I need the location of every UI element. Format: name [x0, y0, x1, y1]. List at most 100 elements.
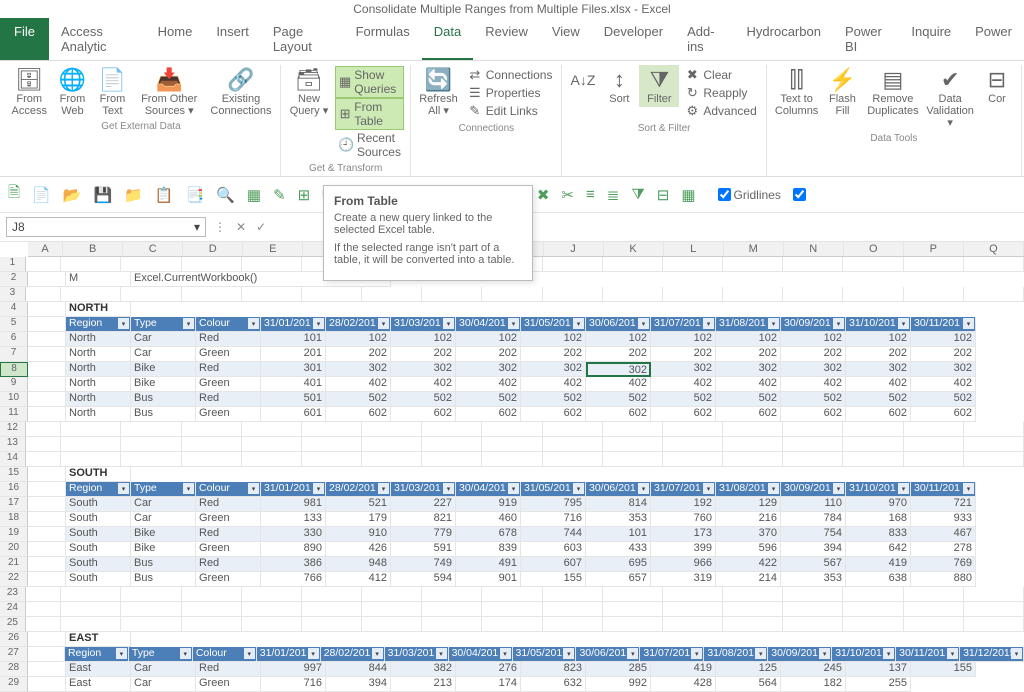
cell[interactable] [242, 287, 302, 302]
file-tab[interactable]: File [0, 18, 49, 60]
cell[interactable] [482, 422, 542, 437]
filter-dropdown-icon[interactable]: ▾ [372, 648, 383, 659]
cell[interactable]: 216 [716, 512, 781, 527]
cell[interactable]: 202 [326, 347, 391, 362]
filter-dropdown-icon[interactable]: ▾ [248, 318, 259, 329]
cell[interactable] [904, 602, 964, 617]
edit-links-button[interactable]: ✎Edit Links [464, 102, 556, 120]
cell[interactable]: 966 [651, 557, 716, 572]
cell[interactable]: NORTH [66, 302, 131, 317]
table-header-cell[interactable]: 31/03/201▾ [391, 482, 456, 497]
cell[interactable]: Car [131, 497, 196, 512]
cell[interactable]: Green [196, 542, 261, 557]
cell[interactable]: 823 [521, 662, 586, 677]
filter-dropdown-icon[interactable]: ▾ [443, 318, 454, 329]
cell[interactable]: 607 [521, 557, 586, 572]
cell[interactable]: Green [196, 677, 261, 692]
cell[interactable] [182, 617, 242, 632]
consolidate-button[interactable]: ⊟Cor [977, 65, 1017, 107]
cell[interactable]: 721 [911, 497, 976, 512]
cell[interactable]: 564 [716, 677, 781, 692]
cell[interactable] [242, 602, 302, 617]
table-header-cell[interactable]: 30/11/201▾ [911, 317, 976, 332]
filter-dropdown-icon[interactable]: ▾ [183, 483, 194, 494]
cell[interactable]: 779 [391, 527, 456, 542]
filter-dropdown-icon[interactable]: ▾ [963, 483, 974, 494]
cell[interactable] [843, 587, 903, 602]
cell[interactable] [904, 452, 964, 467]
cell[interactable]: 202 [586, 347, 651, 362]
row-header[interactable]: 4 [0, 302, 28, 317]
filter-dropdown-icon[interactable]: ▾ [573, 318, 584, 329]
cell[interactable] [482, 587, 542, 602]
cell[interactable] [302, 287, 362, 302]
cell[interactable] [26, 257, 61, 272]
cell[interactable] [603, 587, 663, 602]
cell[interactable]: 401 [261, 377, 326, 392]
cell[interactable]: 602 [391, 407, 456, 422]
table-header-cell[interactable]: 31/05/201▾ [521, 317, 586, 332]
row-header[interactable]: 8 [0, 362, 28, 377]
cell[interactable]: 833 [846, 527, 911, 542]
row-header[interactable]: 27 [0, 647, 28, 662]
table-header-cell[interactable]: 31/03/201▾ [385, 647, 449, 662]
cell[interactable] [904, 617, 964, 632]
cell[interactable]: Bus [131, 572, 196, 587]
menu-tab-power[interactable]: Power [963, 18, 1024, 60]
table-header-cell[interactable]: 31/12/2015▾ [960, 647, 1024, 662]
cell[interactable] [302, 422, 362, 437]
qat-icon[interactable]: ⧩ [631, 186, 644, 203]
filter-dropdown-icon[interactable]: ▾ [308, 648, 319, 659]
cell[interactable] [26, 422, 61, 437]
cell[interactable] [843, 287, 903, 302]
cell[interactable] [26, 617, 61, 632]
row-header[interactable]: 7 [0, 347, 28, 362]
cell[interactable]: Green [196, 347, 261, 362]
row-header[interactable]: 13 [0, 437, 26, 452]
cell[interactable] [904, 287, 964, 302]
cell[interactable]: 102 [391, 332, 456, 347]
qat-icon[interactable]: ✎ [273, 186, 286, 204]
cell[interactable] [603, 287, 663, 302]
cell[interactable]: 255 [846, 677, 911, 692]
cell[interactable]: 821 [391, 512, 456, 527]
cell[interactable] [28, 632, 66, 647]
cell[interactable]: 182 [781, 677, 846, 692]
menu-tab-insert[interactable]: Insert [204, 18, 261, 60]
cell[interactable] [61, 287, 121, 302]
cell[interactable] [543, 452, 603, 467]
menu-tab-power-bi[interactable]: Power BI [833, 18, 899, 60]
table-header-cell[interactable]: 30/09/201▾ [781, 317, 846, 332]
filter-dropdown-icon[interactable]: ▾ [627, 648, 638, 659]
cell[interactable]: 102 [521, 332, 586, 347]
cell[interactable] [543, 257, 603, 272]
cell[interactable] [26, 452, 61, 467]
column-header[interactable]: N [784, 242, 844, 256]
cell[interactable] [603, 617, 663, 632]
filter-dropdown-icon[interactable]: ▾ [118, 318, 129, 329]
filter-dropdown-icon[interactable]: ▾ [563, 648, 574, 659]
row-header[interactable]: 15 [0, 467, 28, 482]
filter-dropdown-icon[interactable]: ▾ [248, 483, 259, 494]
cancel-icon[interactable]: ✕ [236, 220, 246, 234]
cell[interactable]: 502 [716, 392, 781, 407]
cell[interactable]: 302 [456, 362, 521, 377]
cell[interactable] [302, 617, 362, 632]
filter-dropdown-icon[interactable]: ▾ [183, 318, 194, 329]
column-header[interactable]: Q [964, 242, 1024, 256]
cell[interactable]: 227 [391, 497, 456, 512]
cell[interactable] [61, 602, 121, 617]
cell[interactable] [723, 602, 783, 617]
cell[interactable]: 214 [716, 572, 781, 587]
sort-button[interactable]: ↕Sort [599, 65, 639, 107]
cell[interactable] [182, 452, 242, 467]
cell[interactable]: Bike [131, 542, 196, 557]
menu-tab-hydrocarbon[interactable]: Hydrocarbon [735, 18, 833, 60]
cell[interactable]: 202 [456, 347, 521, 362]
cell[interactable]: East [66, 662, 131, 677]
from-table-button[interactable]: ⊞From Table [335, 98, 404, 130]
cell[interactable]: 933 [911, 512, 976, 527]
cell[interactable]: Car [131, 677, 196, 692]
cell[interactable] [302, 587, 362, 602]
cell[interactable] [61, 257, 121, 272]
